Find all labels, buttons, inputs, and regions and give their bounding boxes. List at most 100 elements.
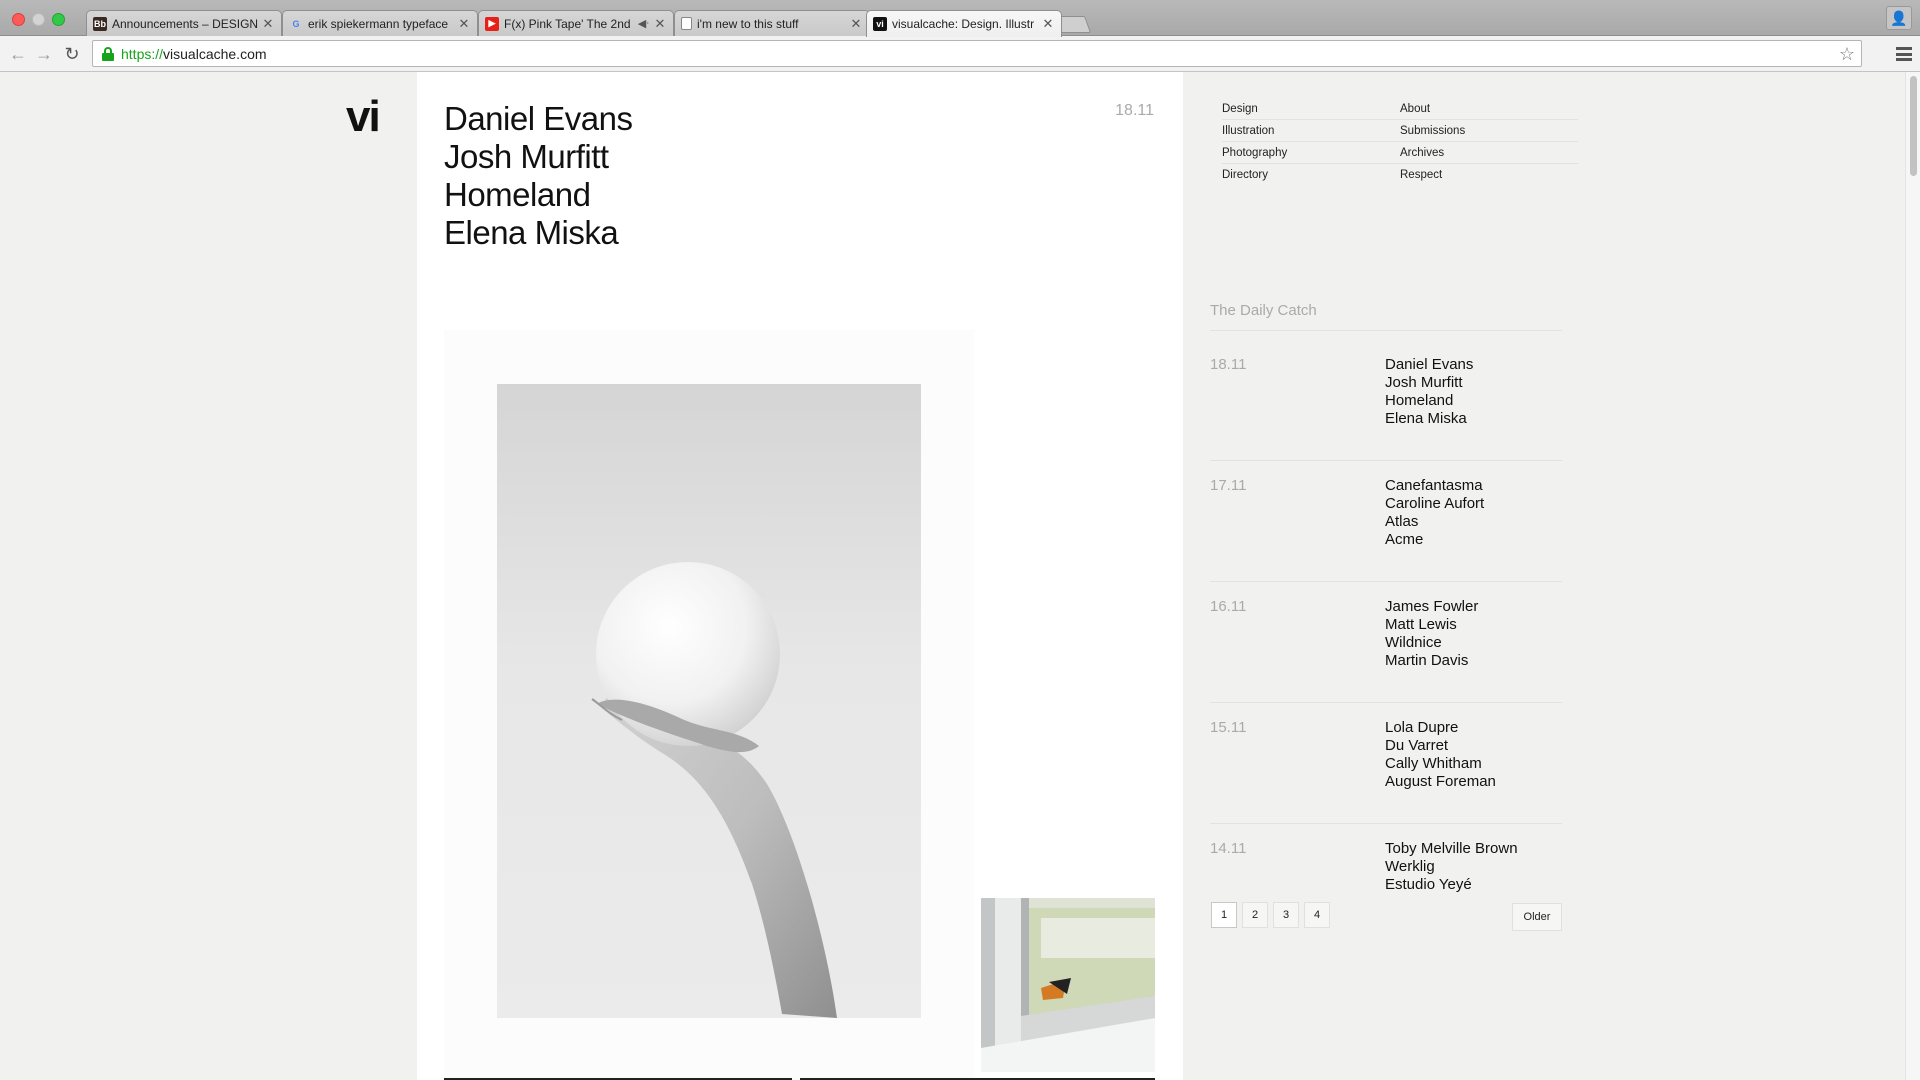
divider	[1210, 330, 1562, 331]
older-button[interactable]: Older	[1512, 903, 1562, 931]
nav-link-photography[interactable]: Photography	[1222, 147, 1400, 159]
entry-name[interactable]: Wildnice	[1385, 634, 1478, 652]
reload-icon[interactable]: ↻	[60, 42, 84, 66]
browser-tab[interactable]: G erik spiekermann typeface ✕	[282, 10, 478, 36]
entry-name[interactable]: August Foreman	[1385, 773, 1496, 791]
url-scheme: https://	[121, 45, 164, 62]
nav-link-illustration[interactable]: Illustration	[1222, 125, 1400, 137]
entry-name[interactable]: Josh Murfitt	[1385, 374, 1473, 392]
daily-catch-entry[interactable]: 14.11 Toby Melville Brown Werklig Estudi…	[1210, 824, 1562, 892]
hand-holding-sphere-photo[interactable]	[497, 384, 921, 1018]
entry-name[interactable]: Toby Melville Brown	[1385, 840, 1518, 858]
browser-tab-active[interactable]: vi visualcache: Design. Illustr ✕	[866, 10, 1062, 37]
address-bar[interactable]: https:// visualcache.com ☆	[92, 40, 1862, 67]
window-maximize-button[interactable]	[52, 13, 65, 26]
entry-name[interactable]: Estudio Yeyé	[1385, 876, 1518, 892]
daily-catch-list: 18.11 Daniel Evans Josh Murfitt Homeland…	[1210, 340, 1562, 892]
page-button-2[interactable]: 2	[1242, 902, 1268, 928]
site-navigation: Design About Illustration Submissions Ph…	[1222, 98, 1578, 186]
entry-name[interactable]: Acme	[1385, 531, 1484, 549]
daily-catch-entry[interactable]: 15.11 Lola Dupre Du Varret Cally Whitham…	[1210, 703, 1562, 824]
tab-title: i'm new to this stuff	[697, 16, 799, 31]
nav-link-archives[interactable]: Archives	[1400, 147, 1578, 159]
nav-link-about[interactable]: About	[1400, 103, 1578, 115]
entry-date: 18.11	[1210, 356, 1247, 373]
entry-name[interactable]: Homeland	[1385, 392, 1473, 410]
youtube-icon: ▶	[485, 16, 499, 31]
daily-catch-entry[interactable]: 17.11 Canefantasma Caroline Aufort Atlas…	[1210, 461, 1562, 582]
browser-tab[interactable]: i'm new to this stuff ✕	[674, 10, 870, 36]
tab-title: F(x) Pink Tape' The 2nd	[504, 16, 631, 31]
close-icon[interactable]: ✕	[653, 16, 667, 32]
lock-icon	[101, 46, 115, 61]
visualcache-icon: vi	[873, 17, 887, 31]
url-host: visualcache.com	[163, 45, 267, 62]
image-frame	[444, 330, 974, 1080]
browser-tab[interactable]: Bb Announcements – DESIGN ✕	[86, 10, 282, 36]
page-viewport: vi Daniel Evans Josh Murfitt Homeland El…	[0, 72, 1920, 1080]
post-title-list: Daniel Evans Josh Murfitt Homeland Elena…	[444, 100, 633, 252]
close-icon[interactable]: ✕	[1041, 16, 1055, 32]
tab-title: visualcache: Design. Illustr	[892, 17, 1035, 31]
bookmark-star-icon[interactable]: ☆	[1833, 41, 1861, 68]
entry-name[interactable]: Werklig	[1385, 858, 1518, 876]
entry-name[interactable]: Caroline Aufort	[1385, 495, 1484, 513]
post-date: 18.11	[1115, 102, 1154, 119]
entry-date: 16.11	[1210, 598, 1247, 615]
butterfly-window-photo[interactable]	[981, 898, 1155, 1072]
nav-row: Design About	[1222, 98, 1578, 120]
entry-name[interactable]: Martin Davis	[1385, 652, 1478, 670]
site-logo[interactable]: vi	[346, 92, 381, 142]
close-icon[interactable]: ✕	[457, 16, 471, 32]
nav-link-design[interactable]: Design	[1222, 103, 1400, 115]
close-icon[interactable]: ✕	[849, 16, 863, 32]
page-button-4[interactable]: 4	[1304, 902, 1330, 928]
daily-catch-entry[interactable]: 16.11 James Fowler Matt Lewis Wildnice M…	[1210, 582, 1562, 703]
google-icon: G	[292, 18, 300, 29]
scrollbar-thumb[interactable]	[1910, 76, 1917, 176]
post-title[interactable]: Homeland	[444, 176, 632, 214]
nav-link-submissions[interactable]: Submissions	[1400, 125, 1578, 137]
entry-name[interactable]: Du Varret	[1385, 737, 1496, 755]
entry-date: 14.11	[1210, 840, 1247, 857]
entry-name[interactable]: Elena Miska	[1385, 410, 1473, 428]
back-arrow-icon[interactable]: ←	[6, 42, 30, 66]
entry-name[interactable]: Canefantasma	[1385, 477, 1484, 495]
nav-row: Photography Archives	[1222, 142, 1578, 164]
post-title[interactable]: Josh Murfitt	[444, 138, 632, 176]
nav-link-directory[interactable]: Directory	[1222, 169, 1400, 181]
post-title[interactable]: Elena Miska	[444, 214, 632, 252]
tab-title: erik spiekermann typeface	[308, 16, 449, 31]
main-column: Daniel Evans Josh Murfitt Homeland Elena…	[417, 72, 1183, 1080]
entry-name[interactable]: James Fowler	[1385, 598, 1478, 616]
post-title[interactable]: Daniel Evans	[444, 100, 633, 138]
browser-tab-bar: Bb Announcements – DESIGN ✕ G erik spiek…	[0, 0, 1920, 37]
entry-name[interactable]: Matt Lewis	[1385, 616, 1478, 634]
nav-row: Illustration Submissions	[1222, 120, 1578, 142]
entry-date: 15.11	[1210, 719, 1247, 736]
close-icon[interactable]: ✕	[261, 16, 275, 32]
document-icon	[681, 17, 692, 30]
entry-name[interactable]: Atlas	[1385, 513, 1484, 531]
entry-name[interactable]: Cally Whitham	[1385, 755, 1496, 773]
pagination: 1 2 3 4	[1211, 902, 1335, 928]
forward-arrow-icon[interactable]: →	[32, 42, 56, 66]
entry-name[interactable]: Daniel Evans	[1385, 356, 1473, 374]
tab-title: Announcements – DESIGN	[112, 16, 259, 31]
page-scrollbar[interactable]	[1905, 72, 1920, 1080]
speaker-mute-icon[interactable]: ◀ᐧ	[638, 17, 649, 30]
daily-catch-entry[interactable]: 18.11 Daniel Evans Josh Murfitt Homeland…	[1210, 340, 1562, 461]
entry-name[interactable]: Lola Dupre	[1385, 719, 1496, 737]
browser-toolbar: ← → ↻ https:// visualcache.com ☆	[0, 36, 1920, 72]
nav-link-respect[interactable]: Respect	[1400, 169, 1578, 181]
page-button-1[interactable]: 1	[1211, 902, 1237, 928]
browser-tab[interactable]: ▶ F(x) Pink Tape' The 2nd ◀ᐧ ✕	[478, 10, 674, 36]
window-close-button[interactable]	[12, 13, 25, 26]
entry-date: 17.11	[1210, 477, 1247, 494]
hamburger-menu-icon[interactable]	[1894, 44, 1914, 64]
window-minimize-button[interactable]	[32, 13, 45, 26]
blackboard-icon: Bb	[93, 16, 107, 31]
page-button-3[interactable]: 3	[1273, 902, 1299, 928]
nav-row: Directory Respect	[1222, 164, 1578, 186]
profile-icon[interactable]: 👤	[1886, 6, 1912, 30]
